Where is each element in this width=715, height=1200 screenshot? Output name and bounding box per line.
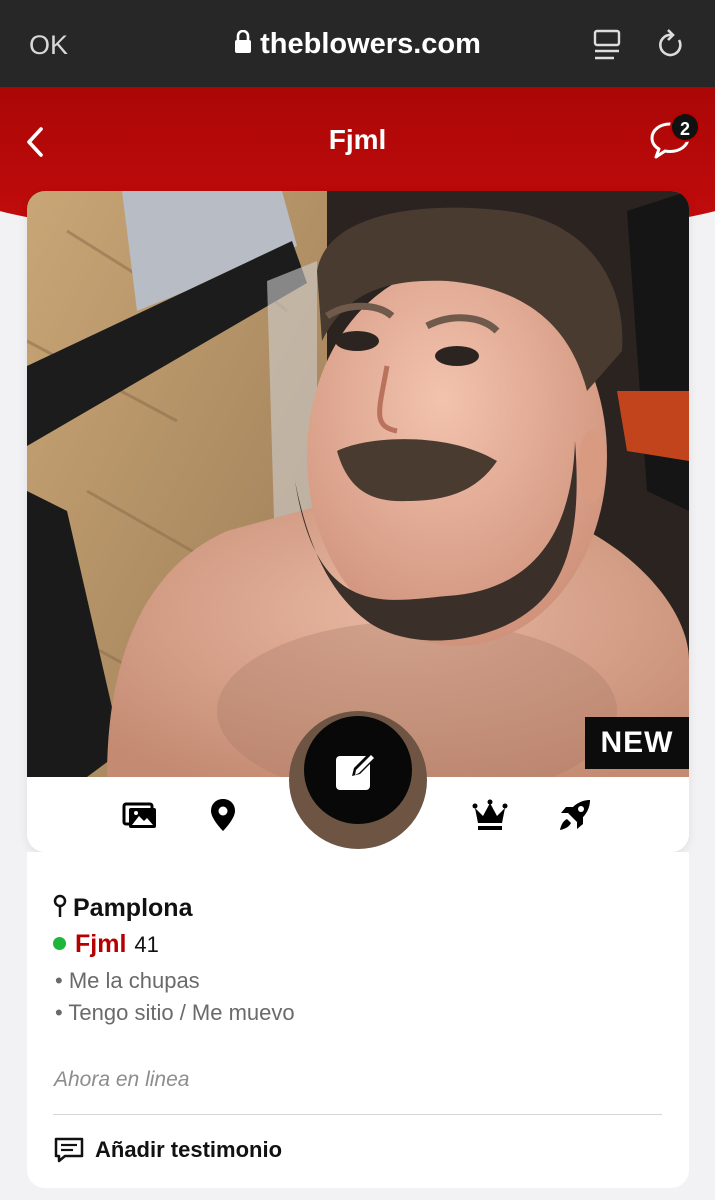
page-title: Fjml — [328, 124, 387, 155]
reload-icon[interactable] — [656, 28, 686, 62]
comment-icon — [54, 1137, 84, 1163]
chat-badge: 2 — [670, 112, 700, 142]
pin-icon — [53, 894, 67, 925]
url-text: theblowers.com — [260, 28, 481, 60]
online-status: Ahora en linea — [54, 1068, 190, 1091]
edit-icon — [336, 748, 380, 790]
new-badge: NEW — [585, 717, 689, 769]
reader-icon[interactable] — [592, 28, 622, 62]
rocket-icon[interactable] — [557, 797, 593, 833]
tag-item: • Tengo sitio / Me muevo — [55, 1000, 295, 1025]
tag-item: • Me la chupas — [55, 968, 200, 993]
username: Fjml — [75, 930, 127, 958]
age: 41 — [134, 932, 159, 957]
add-testimonial-label: Añadir testimonio — [95, 1137, 283, 1162]
city-name: Pamplona — [73, 894, 193, 922]
add-testimonial-button[interactable]: Añadir testimonio — [53, 1136, 282, 1164]
location-icon[interactable] — [205, 797, 241, 833]
photos-icon[interactable] — [122, 797, 158, 833]
profile-info-card: Pamplona Fjml 41 • Me la chupas • Tengo s… — [27, 852, 689, 1188]
online-indicator — [53, 937, 66, 950]
profile-photo[interactable] — [27, 191, 689, 777]
user-row: Fjml 41 — [53, 930, 159, 959]
edit-profile-button[interactable] — [304, 716, 412, 824]
lock-icon — [234, 29, 252, 62]
browser-bar: OK theblowers.com — [0, 0, 715, 87]
divider — [53, 1114, 662, 1115]
profile-photo-card: NEW — [27, 191, 689, 852]
crown-icon[interactable] — [472, 797, 508, 833]
city-row: Pamplona — [53, 894, 192, 925]
